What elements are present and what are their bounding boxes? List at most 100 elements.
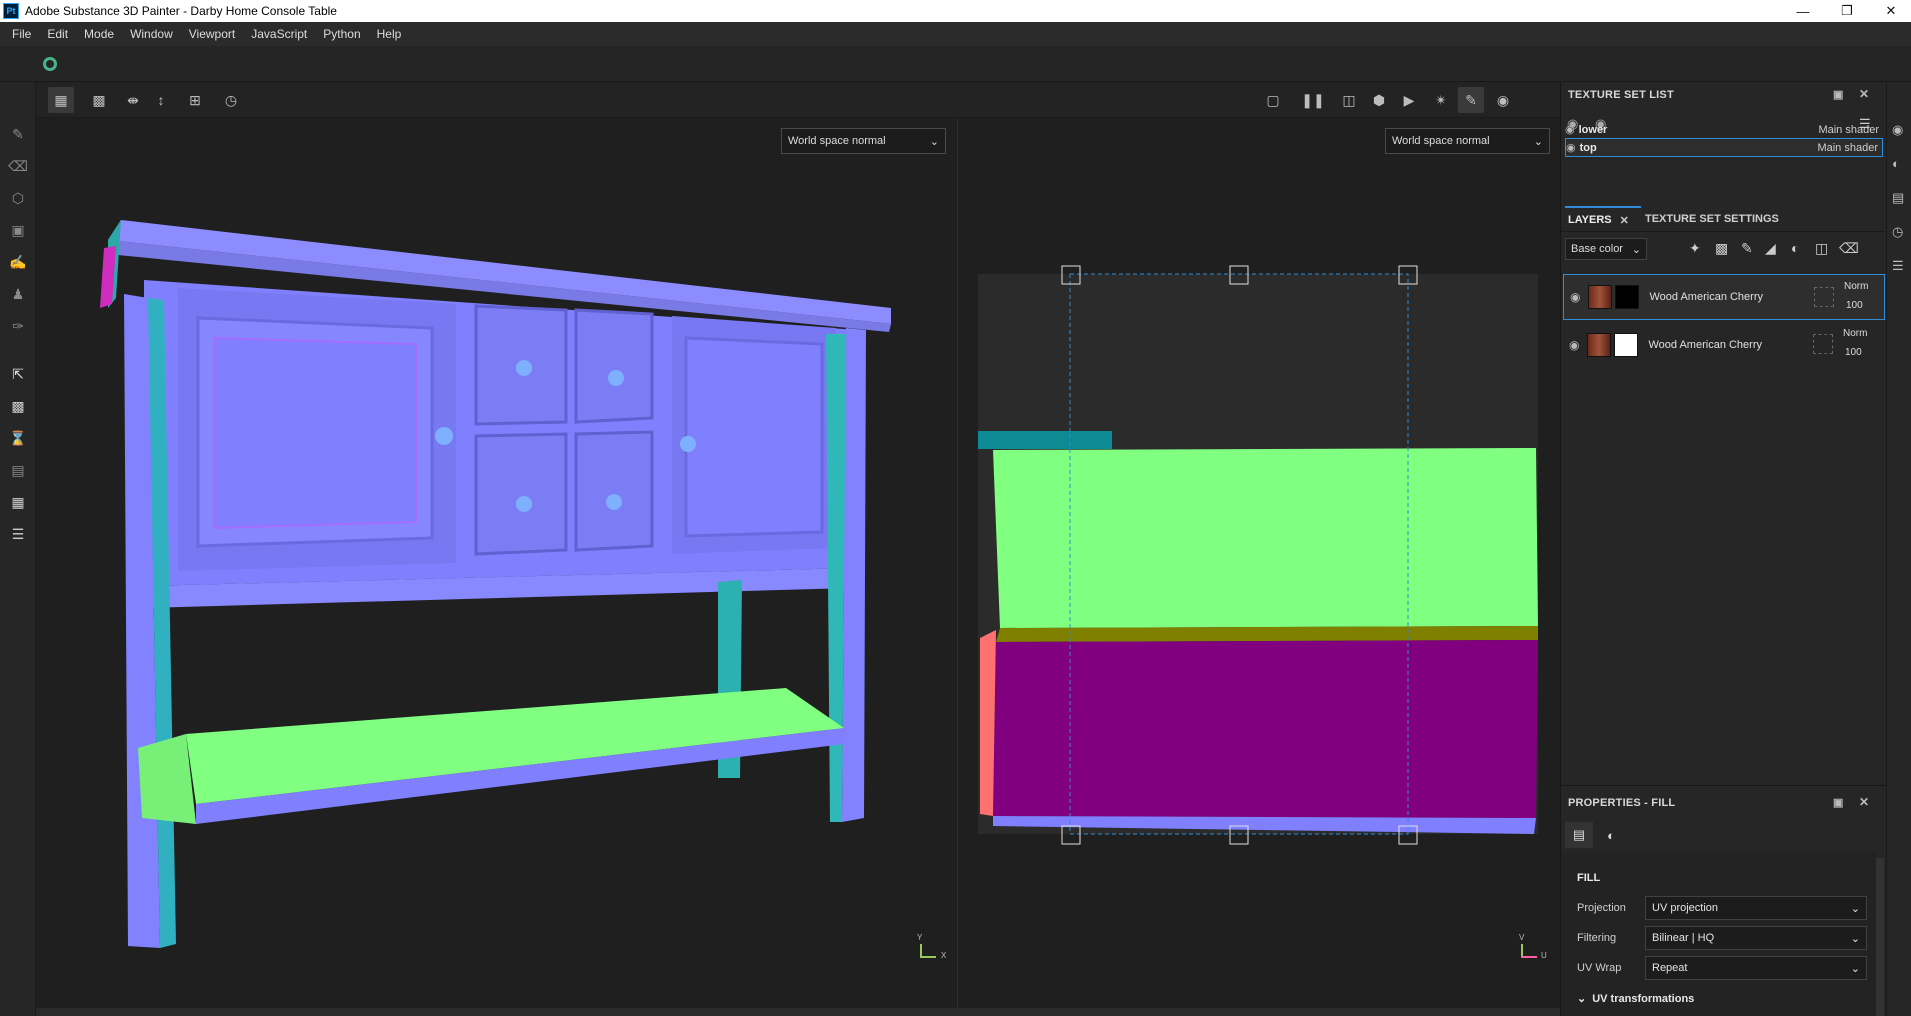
add-effect-icon[interactable]: ✦ bbox=[1689, 240, 1701, 257]
geometry-mask-icon[interactable]: ▣ bbox=[8, 220, 28, 240]
texture-set-list-header: TEXTURE SET LIST ▣ ✕ bbox=[1561, 82, 1887, 108]
uv-icon[interactable]: ▤ bbox=[8, 460, 28, 480]
restore-icon[interactable]: ❐ bbox=[1827, 0, 1867, 22]
close-icon[interactable]: ✕ bbox=[1859, 87, 1869, 101]
projection-select[interactable]: UV projection ⌄ bbox=[1645, 896, 1867, 920]
app-logo: Pt bbox=[3, 3, 19, 19]
cube-icon[interactable]: ⬢ bbox=[1366, 87, 1392, 113]
texture-set-row-lower[interactable]: ◉ lower Main shader bbox=[1565, 120, 1883, 139]
layer-opacity[interactable]: 100 bbox=[1846, 300, 1863, 311]
close-icon[interactable]: ✕ bbox=[1620, 214, 1629, 227]
history-icon[interactable]: ◷ bbox=[218, 87, 244, 113]
measure-icon[interactable]: ▦ bbox=[8, 492, 28, 512]
render-icon[interactable]: ✴ bbox=[1428, 87, 1454, 113]
camera-video-icon[interactable]: ▶ bbox=[1396, 87, 1422, 113]
tab-texture-set-settings[interactable]: TEXTURE SET SETTINGS bbox=[1645, 206, 1779, 232]
grid-snap-icon[interactable]: ▦ bbox=[48, 87, 74, 113]
polygon-fill-icon[interactable]: ⇱ bbox=[8, 364, 28, 384]
mask-thumbnail[interactable] bbox=[1614, 333, 1639, 357]
maximize-icon[interactable]: ▣ bbox=[1833, 796, 1844, 809]
chevron-down-icon: ⌄ bbox=[1631, 243, 1641, 256]
menu-mode[interactable]: Mode bbox=[76, 27, 122, 41]
layer-stack-icon[interactable]: ☰ bbox=[8, 524, 28, 544]
shelf-icon[interactable]: ▤ bbox=[1892, 190, 1904, 206]
smart-material-icon[interactable]: ◐ bbox=[1791, 240, 1799, 256]
uv-transformations-toggle[interactable]: ⌄ UV transformations bbox=[1577, 992, 1694, 1006]
viewport-3d[interactable]: World space normal ⌄ Y X bbox=[36, 118, 956, 1008]
menu-edit[interactable]: Edit bbox=[39, 27, 76, 41]
split-view-icon[interactable]: ◫ bbox=[1336, 87, 1362, 113]
material-thumbnail bbox=[1587, 333, 1612, 357]
properties-scrollbar[interactable] bbox=[1876, 858, 1884, 1016]
anchor-icon[interactable]: ⌛ bbox=[8, 428, 28, 448]
axis-u-line bbox=[1521, 956, 1537, 958]
add-icon[interactable]: ⊞ bbox=[182, 87, 208, 113]
log-icon[interactable]: ☰ bbox=[1892, 258, 1904, 274]
material-tab-icon[interactable]: ◐ bbox=[1597, 822, 1625, 848]
axis-u-label: U bbox=[1541, 951, 1547, 960]
color-picker-icon[interactable]: ✑ bbox=[8, 316, 28, 336]
uv-wrap-value: Repeat bbox=[1652, 962, 1688, 974]
eye-icon[interactable]: ◉ bbox=[1566, 141, 1576, 154]
clone-stamp-icon[interactable]: ♟ bbox=[8, 284, 28, 304]
eye-icon[interactable]: ◉ bbox=[1569, 338, 1579, 352]
menu-javascript[interactable]: JavaScript bbox=[243, 27, 315, 41]
eye-icon[interactable]: ◉ bbox=[1570, 290, 1580, 304]
layer-blend-mode[interactable]: Norm bbox=[1843, 328, 1867, 339]
pause-icon[interactable]: ❚❚ bbox=[1300, 87, 1326, 113]
layer-opacity[interactable]: 100 bbox=[1845, 347, 1862, 358]
layer-name: Wood American Cherry bbox=[1648, 339, 1762, 351]
add-paint-layer-icon[interactable]: ✎ bbox=[1741, 240, 1753, 257]
dock-icon-strip: ◉ ◐ ▤ ◷ ☰ bbox=[1886, 82, 1911, 1016]
layer-effects-slot[interactable] bbox=[1814, 287, 1834, 307]
channel-select[interactable]: Base color ⌄ bbox=[1565, 238, 1647, 260]
smudge-icon[interactable]: ✍ bbox=[8, 252, 28, 272]
environment-icon[interactable]: ◐ bbox=[1892, 156, 1900, 171]
fill-section-title: FILL bbox=[1577, 872, 1601, 884]
history-icon[interactable]: ◷ bbox=[1892, 224, 1903, 240]
hide-overlay-icon[interactable]: ▢ bbox=[1260, 87, 1286, 113]
menu-viewport[interactable]: Viewport bbox=[181, 27, 243, 41]
window-title-bar: Pt Adobe Substance 3D Painter - Darby Ho… bbox=[0, 0, 1911, 22]
mirror-x-icon[interactable]: ⇼ bbox=[120, 87, 146, 113]
add-folder-icon[interactable]: ◫ bbox=[1815, 240, 1828, 257]
plugin-status-icon[interactable] bbox=[43, 57, 57, 71]
menu-file[interactable]: File bbox=[4, 27, 39, 41]
tiling-icon[interactable]: ▩ bbox=[86, 87, 112, 113]
close-window-icon[interactable]: ✕ bbox=[1871, 0, 1911, 22]
filtering-select[interactable]: Bilinear | HQ ⌄ bbox=[1645, 926, 1867, 950]
tab-layers[interactable]: LAYERS ✕ bbox=[1565, 206, 1641, 232]
display-settings-icon[interactable]: ◉ bbox=[1892, 122, 1903, 138]
menu-python[interactable]: Python bbox=[315, 27, 368, 41]
add-fill-layer-icon[interactable]: ◢ bbox=[1765, 240, 1776, 257]
eye-icon[interactable]: ◉ bbox=[1565, 123, 1575, 136]
add-mask-icon[interactable]: ▩ bbox=[1715, 240, 1728, 257]
mask-thumbnail[interactable] bbox=[1615, 285, 1640, 309]
layer-effects-slot[interactable] bbox=[1813, 334, 1833, 354]
fill-properties-tab-icon[interactable]: ▤ bbox=[1565, 822, 1593, 848]
texture-set-name: top bbox=[1579, 141, 1597, 154]
layer-row[interactable]: ◉ Wood American Cherry Norm 100 bbox=[1563, 322, 1885, 368]
paint-brush-icon[interactable]: ✎ bbox=[8, 124, 28, 144]
eraser-icon[interactable]: ⌫ bbox=[8, 156, 28, 176]
close-icon[interactable]: ✕ bbox=[1859, 795, 1869, 809]
maximize-icon[interactable]: ▣ bbox=[1833, 88, 1844, 101]
texture-set-list-title: TEXTURE SET LIST bbox=[1568, 89, 1674, 101]
menu-help[interactable]: Help bbox=[369, 27, 410, 41]
projection-icon[interactable]: ⬡ bbox=[8, 188, 28, 208]
bake-icon[interactable]: ▩ bbox=[8, 396, 28, 416]
texture-set-row-top[interactable]: ◉ top Main shader bbox=[1565, 138, 1883, 157]
screenshot-camera-icon[interactable]: ◉ bbox=[1490, 87, 1516, 113]
layer-row[interactable]: ◉ Wood American Cherry Norm 100 bbox=[1563, 274, 1885, 320]
minimize-icon[interactable]: — bbox=[1783, 0, 1823, 22]
uv-wrap-select[interactable]: Repeat ⌄ bbox=[1645, 956, 1867, 980]
viewport-2d[interactable]: World space normal ⌄ V U bbox=[957, 118, 1560, 1008]
delete-icon[interactable]: ⌫ bbox=[1839, 240, 1859, 257]
menu-window[interactable]: Window bbox=[122, 27, 181, 41]
mirror-y-icon[interactable]: ↕ bbox=[148, 87, 174, 113]
paint-mode-icon[interactable]: ✎ bbox=[1458, 87, 1484, 113]
right-panel-column: TEXTURE SET LIST ▣ ✕ ◉ ◉ ☰ ◉ lower Main … bbox=[1560, 82, 1887, 1016]
layer-blend-mode[interactable]: Norm bbox=[1844, 281, 1868, 292]
plugin-bar bbox=[0, 46, 1911, 82]
texture-set-shader: Main shader bbox=[1817, 141, 1878, 154]
